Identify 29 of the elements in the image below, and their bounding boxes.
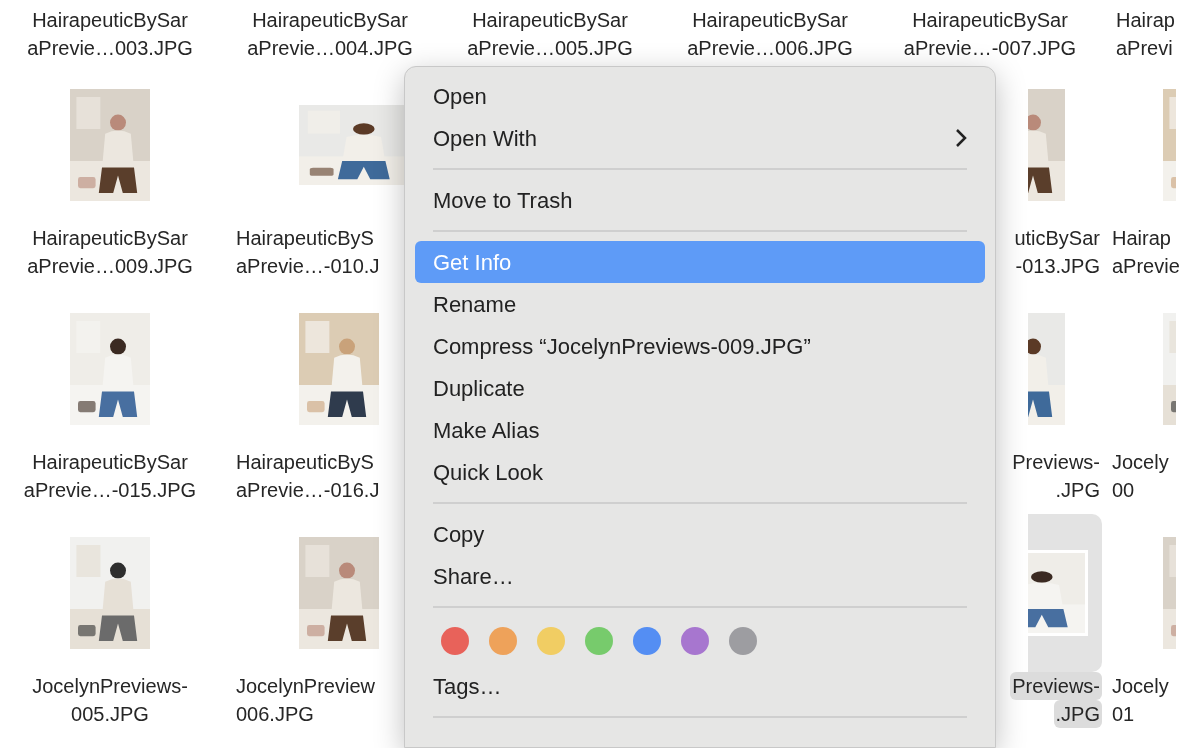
menu-item[interactable]: Duplicate: [415, 367, 985, 409]
file-name[interactable]: JocelynPreview 006.JPG: [234, 672, 377, 728]
file-name[interactable]: HairapeuticByS aPrevie…-010.J: [234, 224, 382, 280]
menu-item[interactable]: Compress “JocelynPreviews-009.JPG”: [415, 325, 985, 367]
menu-item[interactable]: Make Alias: [415, 409, 985, 451]
menu-item[interactable]: Open With: [415, 117, 985, 159]
file-name[interactable]: Jocely 00: [1110, 448, 1171, 504]
chevron-right-icon: [955, 128, 967, 148]
file-name[interactable]: HairapeuticBySar aPrevie…009.JPG: [25, 224, 195, 280]
menu-item[interactable]: Rename: [415, 283, 985, 325]
menu-item[interactable]: Open: [415, 75, 985, 117]
file-name[interactable]: uticBySar -013.JPG: [1012, 224, 1102, 280]
menu-item[interactable]: Copy: [415, 513, 985, 555]
file-name[interactable]: HairapeuticBySar aPrevie…006.JPG: [685, 6, 855, 66]
file-name[interactable]: Jocely 01: [1110, 672, 1171, 728]
menu-item[interactable]: Quick Look: [415, 451, 985, 493]
file-name[interactable]: HairapeuticBySar aPrevie…-015.JPG: [21, 448, 199, 504]
menu-item[interactable]: Share…: [415, 555, 985, 597]
file-name[interactable]: HairapeuticByS aPrevie…-016.J: [234, 448, 382, 504]
menu-item[interactable]: Move to Trash: [415, 179, 985, 221]
file-name[interactable]: Previews- .JPG: [1010, 448, 1102, 504]
menu-item[interactable]: Tags…: [415, 665, 985, 707]
file-name[interactable]: Hairap aPrevie: [1110, 224, 1182, 280]
file-name[interactable]: Hairap aPrevi: [1114, 6, 1177, 66]
file-name[interactable]: HairapeuticBySar aPrevie…005.JPG: [465, 6, 635, 66]
file-name[interactable]: HairapeuticBySar aPrevie…003.JPG: [25, 6, 195, 66]
file-name[interactable]: JocelynPreviews- 005.JPG: [30, 672, 190, 728]
file-name[interactable]: HairapeuticBySar aPrevie…-007.JPG: [901, 6, 1079, 66]
file-name[interactable]: HairapeuticBySar aPrevie…004.JPG: [245, 6, 415, 66]
